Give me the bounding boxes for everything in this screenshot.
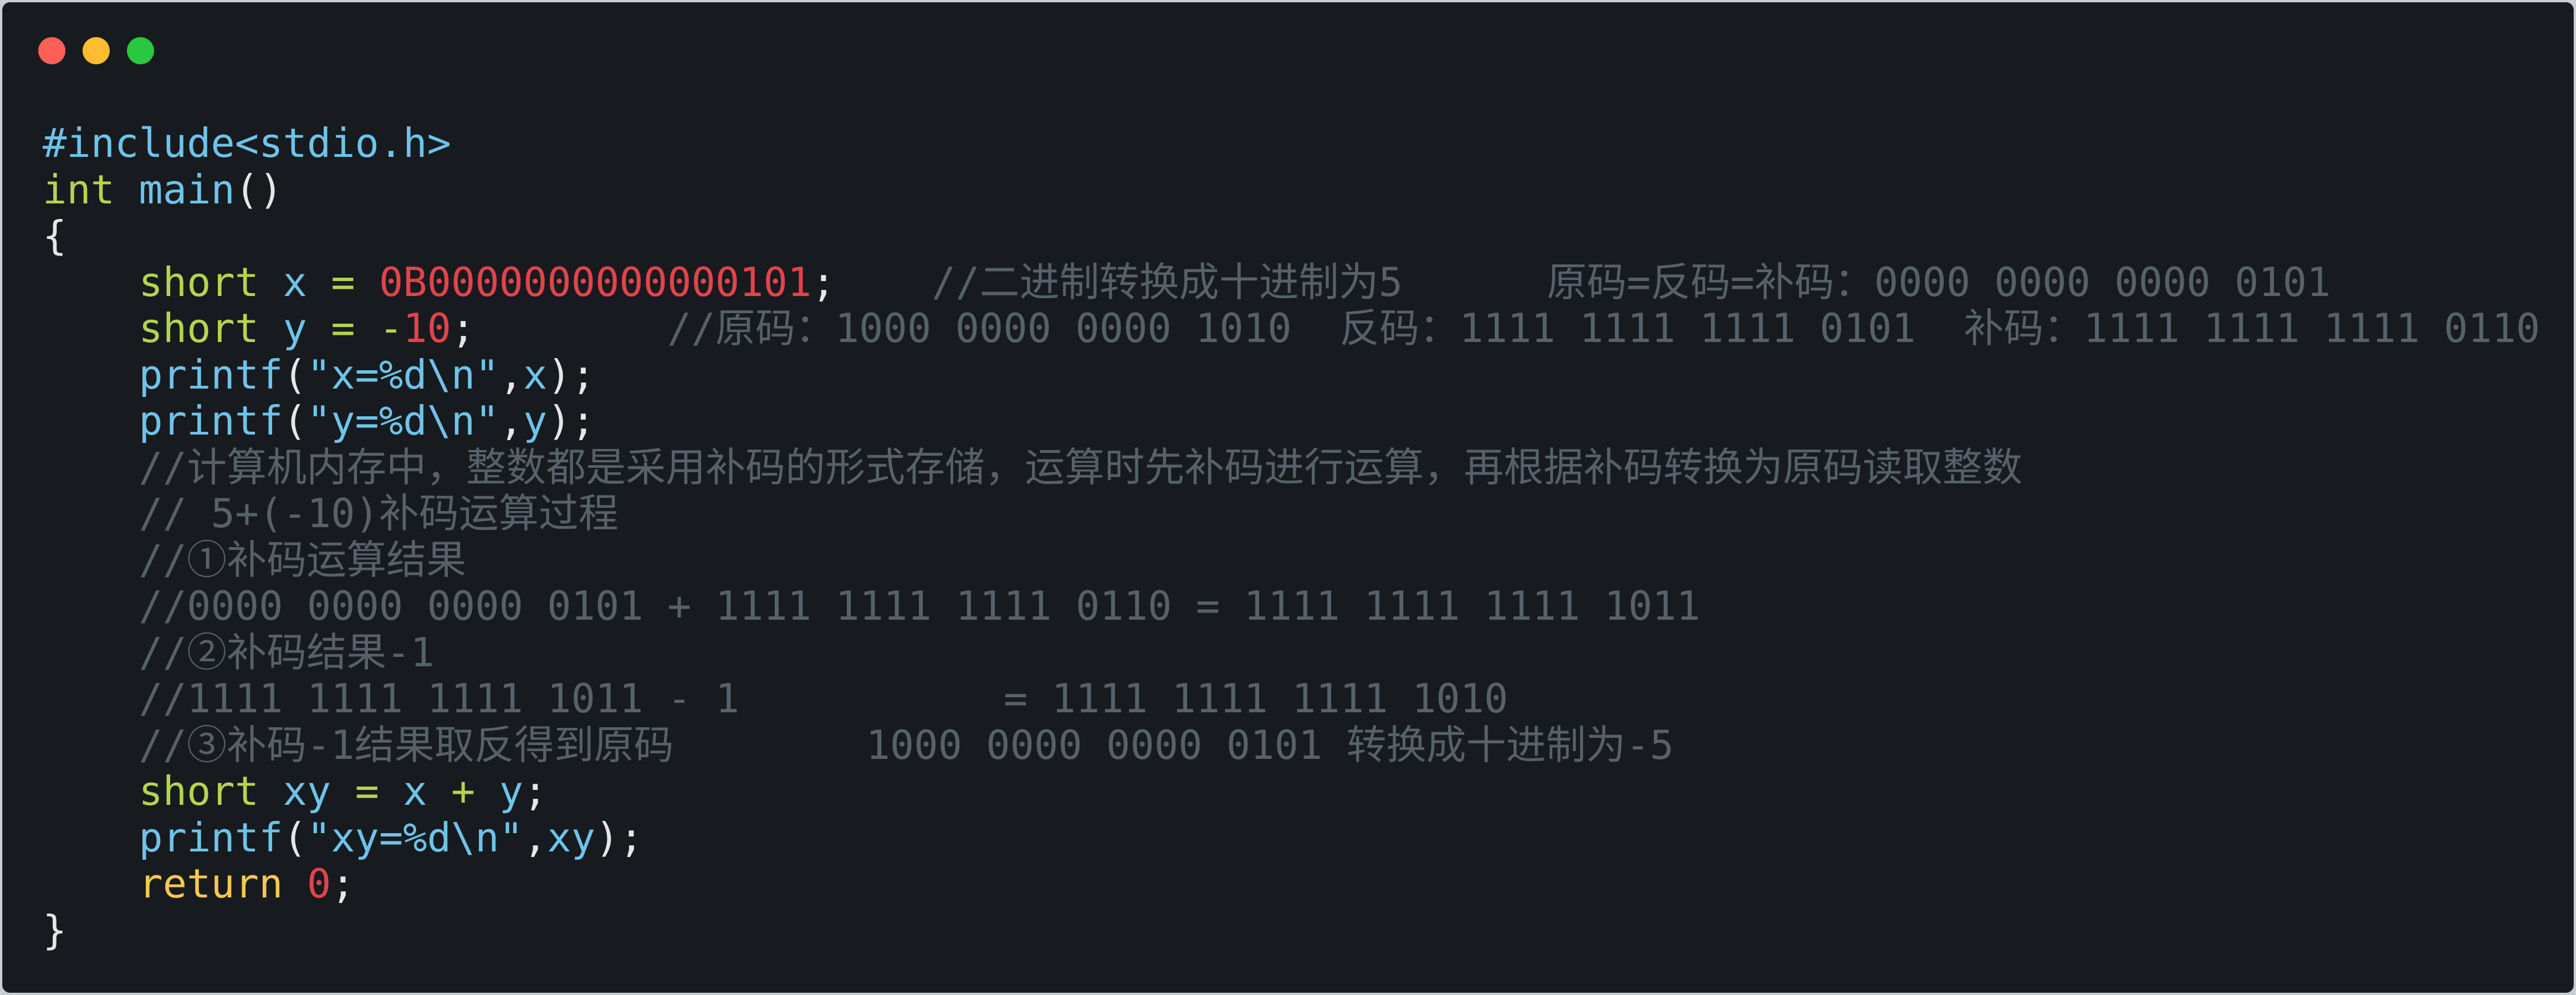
code-token: = (355, 768, 379, 814)
code-token: short (139, 258, 259, 305)
code-token: () (234, 166, 283, 213)
code-token: int (43, 166, 115, 213)
code-line: //③补码-1结果取反得到原码 1000 0000 0000 0101 转换成十… (43, 722, 2540, 769)
code-token: - (379, 305, 403, 351)
code-line: short xy = x + y; (43, 768, 2540, 815)
code-token: } (43, 906, 67, 953)
code-token: //③补码-1结果取反得到原码 1000 0000 0000 0101 转换成十… (43, 721, 1674, 768)
code-line: printf("y=%d\n",y); (43, 397, 2540, 445)
code-token: ; (331, 860, 355, 907)
zoom-button[interactable] (127, 37, 154, 64)
code-token: ); (547, 397, 596, 444)
code-line: } (43, 907, 2540, 954)
code-token: + (451, 768, 476, 814)
code-token: ); (547, 351, 596, 398)
code-line: //计算机内存中，整数都是采用补码的形式存储，运算时先补码进行运算，再根据补码转… (43, 443, 2540, 491)
close-button[interactable] (38, 37, 65, 64)
code-token: , (499, 397, 523, 444)
minimize-button[interactable] (83, 37, 110, 64)
code-token: "x=%d\n" (306, 351, 499, 398)
code-line: //①补码运算结果 (43, 537, 2540, 584)
code-line: short x = 0B0000000000000101; //二进制转换成十进… (43, 259, 2540, 306)
code-window: #include<stdio.h> int main(){ short x = 0… (2, 2, 2574, 993)
code-token: y (523, 397, 548, 444)
code-token: 0B0000000000000101 (379, 258, 812, 305)
code-token: printf (139, 814, 283, 861)
code-token: ( (283, 397, 307, 444)
code-token: xy (283, 768, 331, 814)
code-token: = (331, 305, 355, 351)
code-token: #include<stdio.h> (43, 120, 451, 166)
code-line: return 0; (43, 860, 2540, 907)
code-line: //0000 0000 0000 0101 + 1111 1111 1111 0… (43, 583, 2540, 630)
code-token: 10 (403, 305, 451, 351)
code-token: xy (547, 814, 596, 861)
code-token: ( (283, 351, 307, 398)
code-token: y (499, 768, 524, 814)
code-token: { (43, 212, 67, 259)
code-token: //二进制转换成十进制为5 原码=反码=补码：0000 0000 0000 01… (835, 258, 2331, 305)
code-token: //1111 1111 1111 1011 - 1 = 1111 1111 11… (43, 675, 1509, 722)
code-token: , (499, 351, 523, 398)
code-line: //1111 1111 1111 1011 - 1 = 1111 1111 11… (43, 675, 2540, 722)
code-token: x (403, 768, 427, 814)
code-token: return (139, 860, 283, 907)
code-line: #include<stdio.h> (43, 120, 2540, 167)
code-line: { (43, 212, 2540, 259)
code-token: // 5+(-10)补码运算过程 (43, 490, 619, 537)
code-token: short (139, 768, 259, 814)
code-token: "xy=%d\n" (306, 814, 523, 861)
code-token: ); (595, 814, 643, 861)
code-token: ( (283, 814, 307, 861)
code-token: //0000 0000 0000 0101 + 1111 1111 1111 0… (43, 583, 1700, 629)
code-token: short (139, 305, 259, 351)
code-token: y (283, 305, 307, 351)
code-token: printf (139, 351, 283, 398)
code-token: //①补码运算结果 (43, 536, 467, 583)
code-token: "y=%d\n" (306, 397, 499, 444)
code-token: ; (811, 258, 836, 305)
code-token: ; (523, 768, 548, 814)
code-token: //原码：1000 0000 0000 1010 反码：1111 1111 11… (475, 305, 2541, 351)
code-token: x (523, 351, 548, 398)
code-block: #include<stdio.h> int main(){ short x = 0… (43, 120, 2540, 953)
code-token: = (331, 258, 355, 305)
code-line: // 5+(-10)补码运算过程 (43, 490, 2540, 537)
code-token: main (139, 166, 235, 213)
code-token: printf (139, 397, 283, 444)
code-token: ; (451, 305, 476, 351)
window-controls (38, 37, 154, 64)
code-token: x (283, 258, 307, 305)
code-line: //②补码结果-1 (43, 629, 2540, 676)
code-line: int main() (43, 166, 2540, 213)
code-token: 0 (306, 860, 331, 907)
code-token: //计算机内存中，整数都是采用补码的形式存储，运算时先补码进行运算，再根据补码转… (43, 443, 2023, 491)
code-line: printf("x=%d\n",x); (43, 351, 2540, 399)
code-line: printf("xy=%d\n",xy); (43, 814, 2540, 861)
code-line: short y = -10; //原码：1000 0000 0000 1010 … (43, 305, 2540, 352)
code-token: //②补码结果-1 (43, 629, 435, 676)
code-token: , (523, 814, 548, 861)
